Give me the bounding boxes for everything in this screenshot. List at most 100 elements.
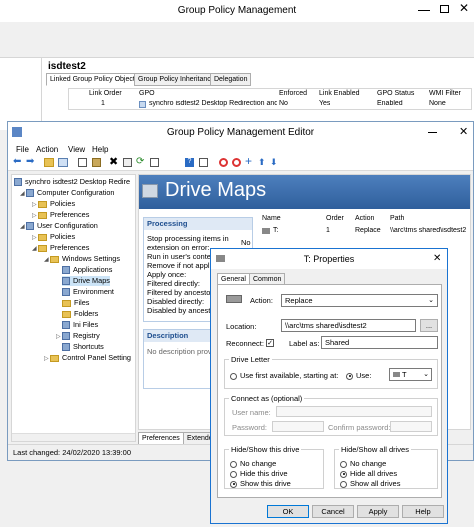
ok-button[interactable]: OK [267, 505, 309, 518]
close-icon[interactable]: ✕ [459, 1, 471, 15]
col-order[interactable]: Order [326, 215, 344, 222]
menu-help[interactable]: Help [92, 145, 108, 154]
password-label: Password: [232, 423, 268, 432]
tab-gp-inheritance[interactable]: Group Policy Inheritance [134, 73, 219, 86]
back-icon[interactable]: ⬅ [13, 156, 25, 168]
col-link-enabled[interactable]: Link Enabled [319, 90, 359, 97]
drive-letter-select[interactable]: T ⌄ [389, 368, 432, 381]
help-icon[interactable]: ? [185, 158, 194, 167]
tree-item-gpo[interactable]: synchro isdtest2 Desktop Redire [14, 177, 130, 187]
user-name-input[interactable] [276, 406, 432, 417]
tree-item-shortcuts[interactable]: Shortcuts [62, 342, 104, 352]
use-radio[interactable]: Use: [346, 371, 371, 380]
user-name-label: User name: [232, 408, 271, 417]
col-wmi-filter[interactable]: WMI Filter [429, 90, 461, 97]
help-button[interactable]: Help [402, 505, 444, 518]
apply-button[interactable]: Apply [357, 505, 399, 518]
reconnect-checkbox[interactable]: ✓ [266, 338, 274, 347]
menu-action[interactable]: Action [36, 145, 58, 154]
processing-line: Filtered by ancestor: [147, 288, 215, 297]
maximize-icon[interactable] [440, 5, 449, 13]
col-gpo[interactable]: GPO [139, 90, 155, 97]
gpm-table: Link Order GPO Enforced Link Enabled GPO… [68, 88, 472, 110]
editor-minimize-icon[interactable] [428, 132, 437, 133]
add-icon[interactable]: + [245, 155, 257, 168]
show-tree-icon[interactable] [58, 158, 68, 167]
view-icon[interactable] [199, 158, 208, 167]
list-row[interactable]: T: 1 Replace \\arc\tms shared\isdtest2 [259, 226, 470, 237]
tree-item-control-panel[interactable]: ▷ Control Panel Setting [44, 353, 131, 364]
tree-item-registry[interactable]: ▷ Registry [56, 331, 100, 342]
editor-close-icon[interactable]: ✕ [459, 125, 468, 138]
minimize-icon[interactable] [418, 6, 430, 11]
tab-linked-gpos[interactable]: Linked Group Policy Objects [46, 73, 143, 86]
tree-item-applications[interactable]: Applications [62, 265, 112, 275]
col-path[interactable]: Path [390, 215, 404, 222]
browse-button[interactable]: ... [420, 319, 438, 332]
col-name[interactable]: Name [262, 215, 281, 222]
user-icon [26, 222, 34, 231]
folder-icon [38, 200, 47, 208]
cancel-button[interactable]: Cancel [312, 505, 354, 518]
block-icon[interactable] [219, 158, 228, 167]
col-gpo-status[interactable]: GPO Status [377, 90, 414, 97]
drive-no-change-radio[interactable]: No change [230, 459, 276, 468]
processing-value: No [241, 238, 251, 247]
tab-delegation[interactable]: Delegation [210, 73, 252, 86]
export-icon[interactable] [150, 158, 159, 167]
col-action[interactable]: Action [355, 215, 374, 222]
connect-as-title: Connect as (optional) [231, 394, 303, 403]
tree-item-computer-config[interactable]: ◢ Computer Configuration [20, 188, 114, 199]
drive-maps-icon [142, 184, 158, 198]
menu-view[interactable]: View [68, 145, 85, 154]
copy-icon[interactable] [78, 158, 87, 167]
hide-this-drive-radio[interactable]: Hide this drive [230, 469, 288, 478]
tree-item-ini-files[interactable]: Ini Files [62, 320, 98, 330]
folder-icon [50, 255, 59, 263]
menu-file[interactable]: File [16, 145, 29, 154]
stop-icon[interactable] [232, 158, 241, 167]
dialog-close-icon[interactable]: ✕ [433, 253, 441, 264]
tree-item-user-preferences[interactable]: ◢ Preferences [32, 243, 89, 254]
location-input[interactable]: \\arc\tms shared\isdtest2 [281, 319, 416, 332]
refresh-icon[interactable]: ⟳ [136, 156, 148, 168]
row-path: \\arc\tms shared\isdtest2 [390, 227, 467, 234]
delete-icon[interactable]: ✖ [109, 156, 121, 168]
tree-item-user-config[interactable]: ◢ User Configuration [20, 221, 98, 232]
tree-item-windows-settings[interactable]: ◢ Windows Settings [44, 254, 120, 265]
use-first-available-radio[interactable]: Use first available, starting at: [230, 371, 338, 380]
all-no-change-radio[interactable]: No change [340, 459, 386, 468]
paste-icon[interactable] [92, 158, 101, 167]
action-select[interactable]: Replace ⌄ [281, 294, 438, 307]
editor-title-bar: Group Policy Management Editor [8, 122, 473, 144]
show-all-drives-radio[interactable]: Show all drives [340, 479, 400, 488]
dialog-title: T: Properties [303, 254, 355, 264]
label-as-input[interactable]: Shared [321, 336, 438, 349]
ini-files-icon [62, 321, 70, 330]
drive-maps-icon [62, 277, 70, 286]
tree-item-files[interactable]: Files [62, 298, 89, 308]
processing-line: Disabled by ancesto [147, 306, 215, 315]
tree-item-user-policies[interactable]: ▷ Policies [32, 232, 75, 243]
tree-item-folders[interactable]: Folders [62, 309, 98, 319]
confirm-password-input[interactable] [390, 421, 432, 432]
col-link-order[interactable]: Link Order [89, 90, 122, 97]
row-name: T: [273, 227, 279, 234]
up-folder-icon[interactable] [44, 158, 54, 167]
status-text: Last changed: 24/02/2020 13:39:00 [13, 448, 132, 457]
hide-all-drives-radio[interactable]: Hide all drives [340, 469, 397, 478]
down-arrow-icon[interactable]: ⬇ [270, 156, 282, 168]
folder-icon [38, 244, 47, 252]
tree-item-environment[interactable]: Environment [62, 287, 114, 297]
tree-item-drive-maps[interactable]: Drive Maps [62, 276, 110, 286]
properties-icon[interactable] [123, 158, 132, 167]
table-row[interactable]: 1 synchro isdtest2 Desktop Redirection a… [69, 100, 471, 110]
password-input[interactable] [272, 421, 324, 432]
tree-item-policies[interactable]: ▷ Policies [32, 199, 75, 210]
up-arrow-icon[interactable]: ⬆ [258, 156, 270, 168]
col-enforced[interactable]: Enforced [279, 90, 307, 97]
show-this-drive-radio[interactable]: Show this drive [230, 479, 291, 488]
tree-item-preferences[interactable]: ▷ Preferences [32, 210, 89, 221]
tree-horizontal-scrollbar[interactable] [12, 433, 135, 441]
forward-icon[interactable]: ➡ [26, 156, 38, 168]
